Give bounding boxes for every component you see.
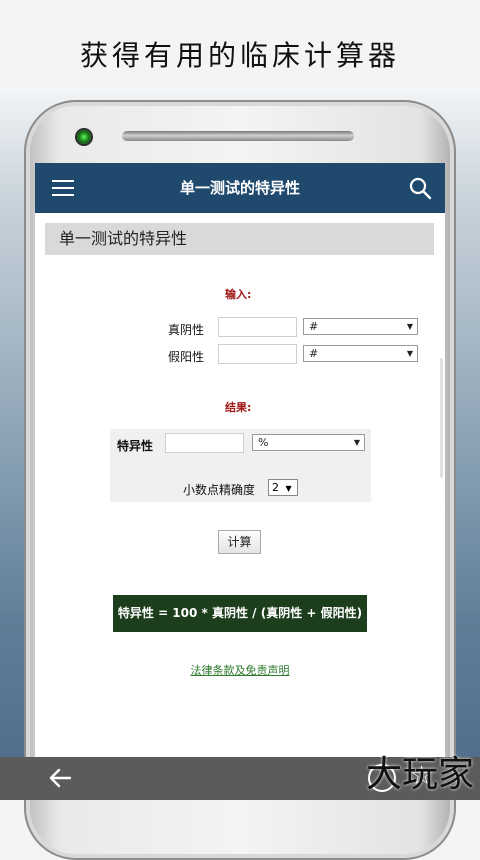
promo-headline: 获得有用的临床计算器	[79, 39, 400, 72]
chevron-down-icon: ▼	[406, 349, 413, 358]
speaker-grille	[122, 131, 354, 141]
chevron-down-icon: ▼	[353, 438, 360, 447]
precision-value: 2	[272, 481, 279, 494]
true-negative-unit-value: #	[309, 320, 319, 333]
search-icon[interactable]	[408, 176, 432, 200]
app-bar-title: 单一测试的特异性	[179, 179, 300, 197]
false-positive-label: 假阳性	[168, 350, 205, 364]
specificity-unit-value: %	[258, 436, 269, 449]
result-heading: 结果:	[225, 401, 252, 414]
input-heading: 输入:	[225, 288, 252, 301]
scrollbar[interactable]	[440, 358, 443, 478]
true-negative-input[interactable]	[218, 317, 297, 337]
specificity-output	[165, 433, 244, 453]
false-positive-unit-value: #	[309, 347, 319, 360]
calculate-button[interactable]: 计算	[218, 530, 261, 554]
false-positive-unit-select[interactable]: # ▼	[303, 345, 418, 362]
back-arrow-icon[interactable]	[48, 767, 72, 789]
page-title: 单一测试的特异性	[45, 223, 434, 255]
precision-label: 小数点精确度	[183, 483, 256, 497]
result-panel: 特异性 % ▼ 小数点精确度 2 ▼	[110, 429, 371, 502]
app-bar: 单一测试的特异性	[35, 163, 445, 213]
legal-disclaimer-link[interactable]: 法律条款及免责声明	[35, 662, 445, 678]
specificity-unit-select[interactable]: % ▼	[252, 434, 365, 451]
watermark-logo: 大玩家	[365, 754, 474, 795]
formula-box: 特异性 = 100 * 真阴性 / (真阴性 + 假阳性)	[113, 595, 367, 632]
true-negative-unit-select[interactable]: # ▼	[303, 318, 418, 335]
precision-select[interactable]: 2 ▼	[268, 479, 298, 496]
chevron-down-icon: ▼	[406, 322, 413, 331]
app-screen: 单一测试的特异性 单一测试的特异性 输入: 真阴性 # ▼ 假阳性 # ▼ 结果…	[35, 163, 445, 800]
false-positive-input[interactable]	[218, 344, 297, 364]
camera-icon	[77, 130, 91, 144]
chevron-down-icon: ▼	[285, 484, 292, 493]
true-negative-label: 真阴性	[168, 323, 205, 337]
specificity-label: 特异性	[117, 439, 154, 453]
